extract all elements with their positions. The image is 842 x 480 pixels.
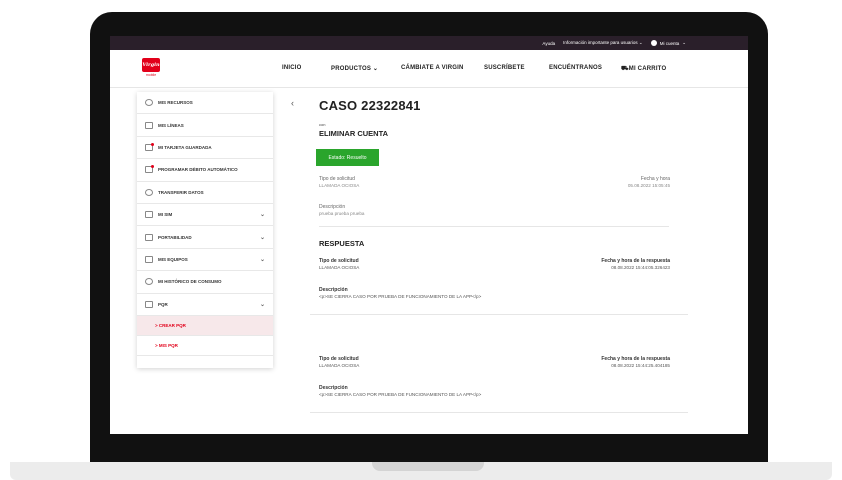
nav-inicio[interactable]: INICIO bbox=[282, 65, 302, 71]
resources-icon bbox=[145, 99, 153, 107]
response-date-value: 08.08.2022 15:44:25.404185 bbox=[611, 363, 670, 368]
chevron-down-icon: ⌄ bbox=[259, 301, 265, 308]
important-info-link[interactable]: Información importante para usuarios ⌄ bbox=[563, 40, 643, 46]
sidebar-item-sim[interactable]: MI SIM ⌄ bbox=[137, 204, 273, 227]
sidebar-item-tarjeta[interactable]: MI TARJETA GUARDADA bbox=[137, 137, 273, 160]
status-badge: Estado: Resuelto bbox=[316, 149, 379, 166]
chevron-down-icon: ⌄ bbox=[682, 40, 686, 45]
divider bbox=[319, 226, 669, 227]
nav-cart[interactable]: ⛟MI CARRITO bbox=[621, 65, 666, 73]
nav-encuentranos[interactable]: ENCUÉNTRANOS bbox=[549, 65, 602, 71]
sidebar-sub-crear-pqr[interactable]: > CREAR PQR bbox=[137, 315, 273, 336]
response-date-value: 08.08.2022 15:44:05.326423 bbox=[611, 265, 670, 270]
sidebar-item-label: MIS RECURSOS bbox=[158, 100, 193, 106]
user-icon bbox=[650, 40, 657, 46]
phone-icon bbox=[145, 121, 153, 129]
sidebar-sub-mis-pqr[interactable]: > MIS PQR bbox=[137, 336, 273, 356]
sidebar-item-debito[interactable]: PROGRAMAR DÉBITO AUTOMÁTICO bbox=[137, 159, 273, 182]
date-value: 05.08.2022 15:05:45 bbox=[627, 183, 670, 188]
transfer-icon bbox=[145, 188, 153, 196]
chevron-down-icon: ⌄ bbox=[372, 66, 379, 72]
response-description-label: Descripción bbox=[319, 385, 348, 391]
respuesta-title: RESPUESTA bbox=[319, 239, 365, 248]
response-type-label: Tipo de solicitud bbox=[319, 258, 359, 264]
sim-icon bbox=[145, 211, 153, 219]
document-icon bbox=[145, 300, 153, 308]
case-title: CASO 22322841 bbox=[319, 98, 421, 113]
nav-productos[interactable]: PRODUCTOS ⌄ bbox=[331, 65, 378, 72]
logo-mark: Virgin bbox=[142, 58, 160, 72]
card-icon bbox=[145, 165, 154, 174]
back-arrow-icon[interactable]: ‹ bbox=[291, 98, 294, 108]
sidebar-item-label: MI SIM bbox=[158, 212, 173, 218]
brand-logo[interactable]: Virgin mobile bbox=[142, 58, 160, 80]
nav-cambiate[interactable]: CÁMBIATE A VIRGIN bbox=[401, 65, 464, 71]
sidebar-item-pqr[interactable]: PQR ⌄ bbox=[137, 294, 273, 316]
chevron-down-icon: ⌄ bbox=[259, 234, 265, 241]
divider bbox=[310, 412, 688, 413]
sidebar-item-equipos[interactable]: MIS EQUIPOS ⌄ bbox=[137, 249, 273, 272]
chevron-down-icon: ⌄ bbox=[259, 212, 265, 219]
chevron-down-icon: ⌄ bbox=[638, 40, 643, 45]
divider bbox=[310, 314, 688, 315]
response-description-value: <p>SE CIERRA CASO POR PRUEBA DE FUNCIONA… bbox=[319, 392, 482, 397]
logo-subtitle: mobile bbox=[145, 73, 157, 77]
account-sidebar: MIS RECURSOS MIS LÍNEAS MI TARJETA GUARD… bbox=[137, 92, 273, 368]
my-account-menu[interactable]: Mi cuenta ⌄ bbox=[650, 40, 686, 46]
devices-icon bbox=[145, 255, 153, 263]
main-nav: Virgin mobile INICIO PRODUCTOS ⌄ CÁMBIAT… bbox=[110, 50, 748, 88]
sidebar-item-portabilidad[interactable]: PORTABILIDAD ⌄ bbox=[137, 226, 273, 249]
response-date-label: Fecha y hora de la respuesta bbox=[601, 258, 670, 264]
response-date-label: Fecha y hora de la respuesta bbox=[601, 356, 670, 362]
nav-suscribete[interactable]: SUSCRÍBETE bbox=[484, 65, 525, 71]
screen: Ayuda Información importante para usuari… bbox=[110, 36, 748, 434]
case-subject: ELIMINAR CUENTA bbox=[319, 129, 389, 138]
cart-icon: ⛟ bbox=[621, 66, 629, 72]
sidebar-item-label: PORTABILIDAD bbox=[158, 234, 192, 240]
sidebar-item-label: PQR bbox=[158, 301, 168, 307]
sidebar-item-label: PROGRAMAR DÉBITO AUTOMÁTICO bbox=[158, 167, 238, 173]
sidebar-item-label: TRANSFERIR DATOS bbox=[158, 189, 204, 195]
sidebar-item-label: MIS LÍNEAS bbox=[158, 122, 184, 128]
portability-icon bbox=[145, 233, 153, 241]
nav-productos-label: PRODUCTOS bbox=[331, 66, 372, 72]
history-icon bbox=[145, 278, 153, 286]
sidebar-item-label: MI TARJETA GUARDADA bbox=[158, 144, 212, 150]
response-type-label: Tipo de solicitud bbox=[319, 356, 359, 362]
request-type-label: Tipo de solicitud bbox=[319, 176, 355, 182]
chevron-down-icon: ⌄ bbox=[259, 256, 265, 263]
sidebar-item-lineas[interactable]: MIS LÍNEAS bbox=[137, 114, 273, 137]
utility-bar: Ayuda Información importante para usuari… bbox=[110, 36, 748, 50]
response-description-label: Descripción bbox=[319, 287, 348, 293]
description-value: prueba prueba prueba bbox=[319, 211, 365, 216]
response-type-value: LLAMADA OCIOSA bbox=[319, 265, 360, 270]
case-con-label: con bbox=[319, 122, 326, 127]
request-type-value: LLAMADA OCIOSA bbox=[319, 183, 360, 188]
card-icon bbox=[145, 142, 154, 151]
sidebar-item-recursos[interactable]: MIS RECURSOS bbox=[137, 92, 273, 115]
sidebar-item-transferir[interactable]: TRANSFERIR DATOS bbox=[137, 182, 273, 204]
description-label: Descripción bbox=[319, 204, 346, 210]
date-label: Fecha y hora bbox=[640, 176, 670, 182]
help-link[interactable]: Ayuda bbox=[542, 41, 555, 46]
sidebar-item-label: MIS EQUIPOS bbox=[158, 256, 188, 262]
laptop-notch bbox=[372, 462, 484, 471]
nav-cart-label: MI CARRITO bbox=[628, 66, 667, 72]
important-info-label: Información importante para usuarios bbox=[563, 40, 638, 45]
my-account-label: Mi cuenta bbox=[659, 40, 680, 46]
sidebar-item-historico[interactable]: MI HISTÓRICO DE CONSUMO bbox=[137, 271, 273, 294]
sidebar-item-label: MI HISTÓRICO DE CONSUMO bbox=[158, 279, 222, 285]
response-description-value: <p>SE CIERRA CASO POR PRUEBA DE FUNCIONA… bbox=[319, 294, 482, 299]
response-type-value: LLAMADA OCIOSA bbox=[319, 363, 360, 368]
